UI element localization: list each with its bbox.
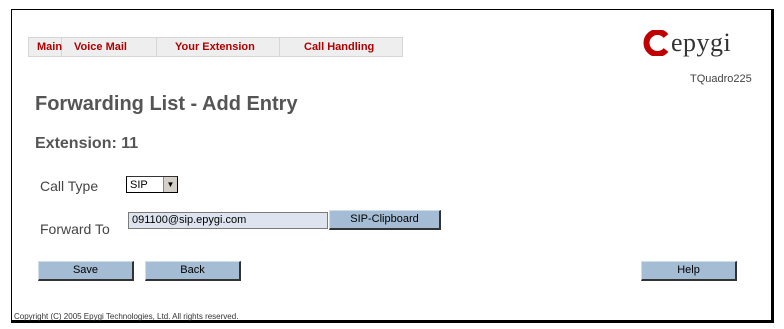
model-name: TQuadro225 — [690, 73, 752, 85]
sip-clipboard-button[interactable]: SIP-Clipboard — [329, 210, 441, 230]
back-button[interactable]: Back — [145, 261, 241, 281]
nav-main[interactable]: Main — [29, 38, 62, 56]
forward-to-input[interactable]: 091100@sip.epygi.com — [128, 212, 328, 229]
copyright-text: Copyright (C) 2005 Epygi Technologies, L… — [14, 312, 239, 321]
extension-title: Extension: 11 — [35, 135, 139, 152]
chevron-down-icon[interactable]: ▼ — [163, 177, 177, 192]
help-button[interactable]: Help — [641, 261, 737, 281]
epygi-logo-icon — [643, 30, 669, 56]
epygi-logo: epygi — [642, 28, 731, 58]
nav-call-handling[interactable]: Call Handling — [280, 38, 402, 56]
call-type-label: Call Type — [40, 178, 99, 194]
nav-your-extension[interactable]: Your Extension — [157, 38, 280, 56]
nav-voice-mail[interactable]: Voice Mail — [62, 38, 157, 56]
forward-to-label: Forward To — [40, 221, 110, 237]
page-title: Forwarding List - Add Entry — [35, 93, 298, 115]
logo-text: epygi — [671, 28, 732, 57]
call-type-value: SIP — [130, 178, 148, 191]
top-nav: Main Voice Mail Your Extension Call Hand… — [28, 37, 403, 57]
call-type-select[interactable]: SIP ▼ — [126, 176, 178, 193]
save-button[interactable]: Save — [38, 261, 134, 281]
